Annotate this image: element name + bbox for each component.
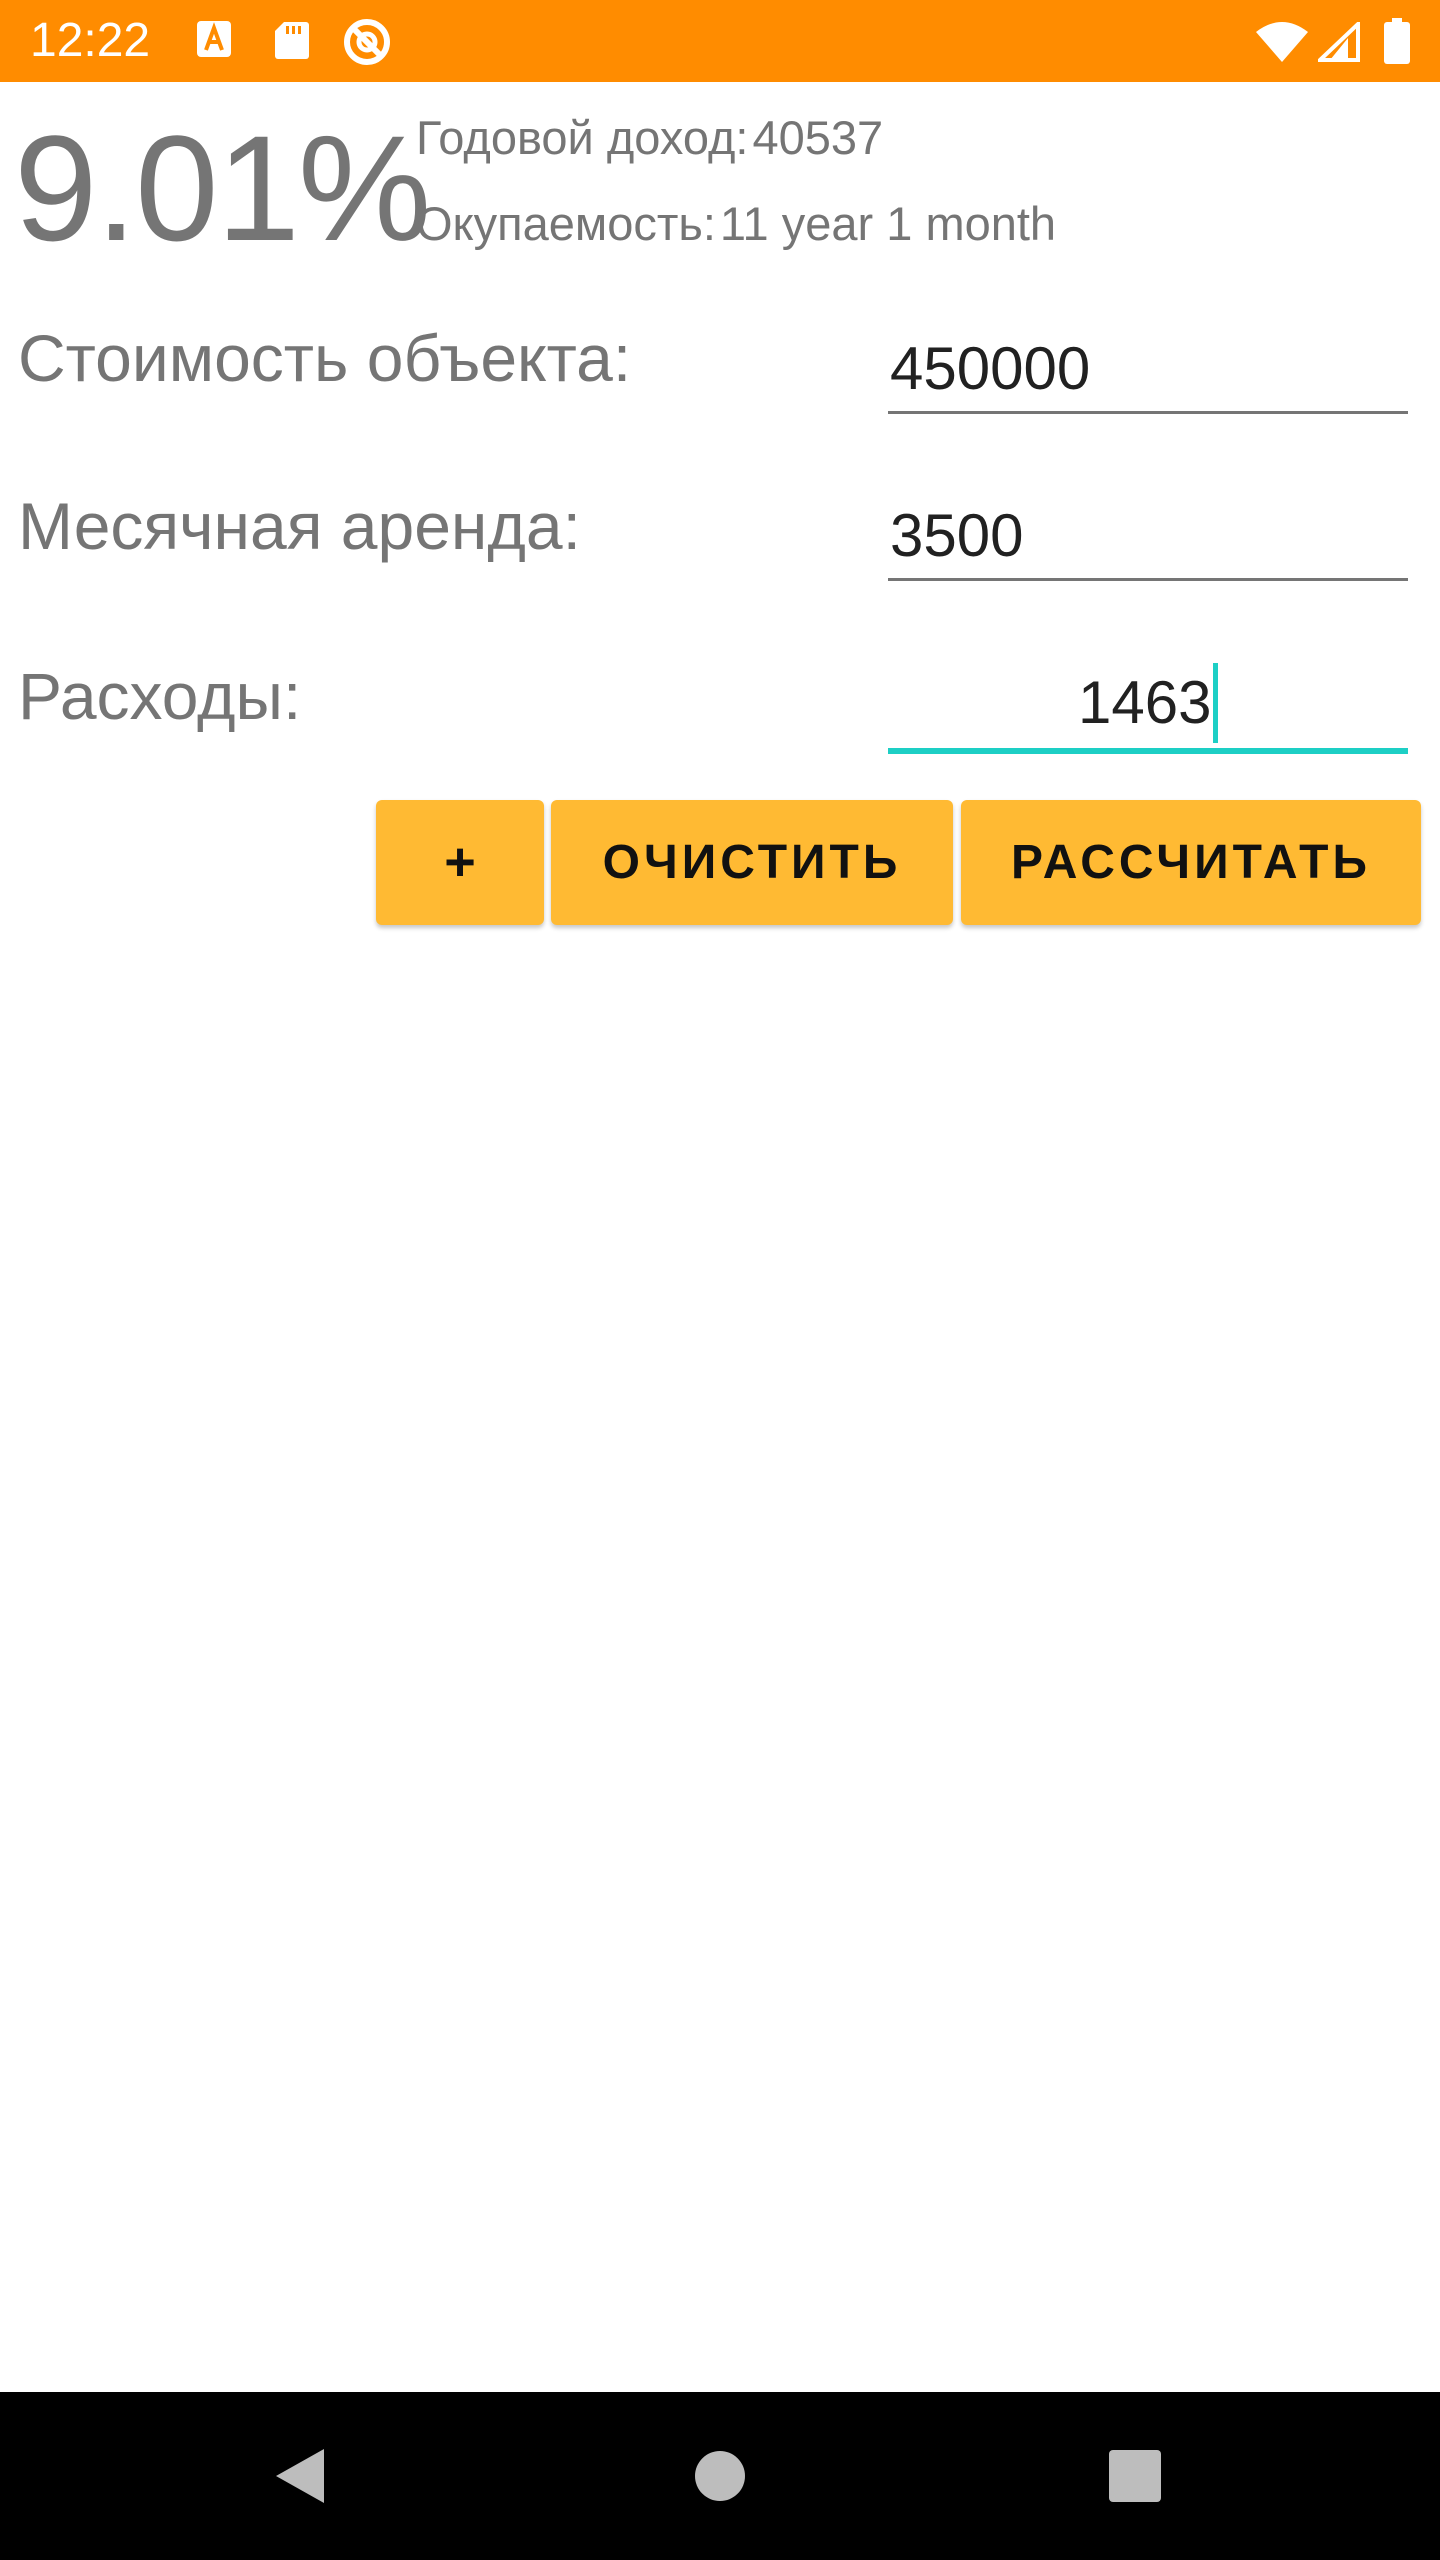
sd-card-icon bbox=[274, 20, 310, 62]
annual-income-label: Годовой доход: bbox=[416, 111, 749, 164]
expenses-input[interactable]: 1463 bbox=[888, 658, 1408, 754]
status-bar: 12:22 bbox=[0, 0, 1440, 82]
property-cost-value: 450000 bbox=[890, 335, 1091, 402]
payback-value: 11 year 1 month bbox=[719, 197, 1057, 250]
monthly-rent-label: Месячная аренда: bbox=[18, 489, 581, 563]
battery-icon bbox=[1384, 18, 1410, 64]
calculate-button[interactable]: РАССЧИТАТЬ bbox=[961, 800, 1421, 925]
annual-income-value: 40537 bbox=[752, 111, 884, 164]
property-cost-label: Стоимость объекта: bbox=[18, 321, 632, 395]
app-screen: 12:22 9.01% Годовой доход:40537 Окупаемо… bbox=[0, 0, 1440, 2560]
status-time: 12:22 bbox=[30, 14, 151, 67]
expenses-value: 1463 bbox=[1078, 669, 1212, 736]
monthly-rent-value: 3500 bbox=[890, 502, 1024, 569]
property-cost-input[interactable]: 450000 bbox=[888, 324, 1408, 414]
no-disturb-icon bbox=[342, 18, 392, 65]
payback-row: Окупаемость:11 year 1 month bbox=[416, 196, 1056, 252]
yield-percent: 9.01% bbox=[14, 104, 431, 272]
monthly-rent-input[interactable]: 3500 bbox=[888, 491, 1408, 581]
text-a-icon bbox=[196, 20, 232, 62]
expenses-label: Расходы: bbox=[18, 659, 302, 733]
expenses-value-wrap: 1463 bbox=[1078, 658, 1219, 748]
wifi-icon bbox=[1256, 22, 1308, 64]
annual-income-row: Годовой доход:40537 bbox=[416, 110, 883, 166]
back-icon[interactable] bbox=[274, 2447, 326, 2505]
clear-button[interactable]: ОЧИСТИТЬ bbox=[551, 800, 953, 925]
payback-label: Окупаемость: bbox=[416, 197, 716, 250]
signal-icon bbox=[1318, 22, 1360, 64]
add-button[interactable]: + bbox=[376, 800, 544, 925]
recents-icon[interactable] bbox=[1109, 2450, 1161, 2502]
navigation-bar bbox=[0, 2392, 1440, 2560]
text-cursor bbox=[1213, 663, 1219, 744]
home-icon[interactable] bbox=[694, 2450, 746, 2502]
